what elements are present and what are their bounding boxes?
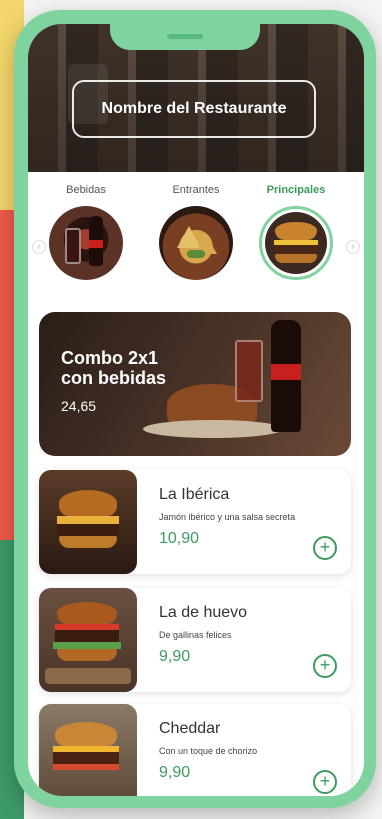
category-bebidas[interactable]: Bebidas — [46, 184, 126, 280]
item-name: Cheddar — [159, 720, 221, 737]
item-description: Jamón ibérico y una salsa secreta — [159, 512, 296, 522]
promo-banner[interactable]: Combo 2x1 con bebidas 24,65 — [39, 312, 351, 456]
add-to-cart-button[interactable]: + — [313, 654, 337, 678]
category-label: Principales — [266, 184, 326, 196]
category-principales[interactable]: Principales — [256, 184, 336, 280]
add-to-cart-button[interactable]: + — [313, 536, 337, 560]
category-entrantes[interactable]: Entrantes — [156, 184, 236, 280]
add-to-cart-button[interactable]: + — [313, 770, 337, 794]
menu-item-card[interactable]: La de huevo De gallinas felices 9,90 + — [39, 588, 351, 692]
carousel-prev-icon[interactable]: ‹ — [32, 240, 46, 254]
item-name: La Ibérica — [159, 486, 230, 503]
phone-notch — [110, 24, 260, 50]
category-carousel: ‹ Bebidas Entrantes Principales › — [28, 184, 364, 300]
burger-icon — [259, 206, 333, 280]
restaurant-name: Nombre del Restaurante — [72, 80, 316, 138]
nachos-icon — [159, 206, 233, 280]
item-price: 9,90 — [159, 648, 191, 665]
item-name: La de huevo — [159, 604, 248, 621]
speaker-bar — [167, 34, 203, 39]
menu-item-card[interactable]: Cheddar Con un toque de chorizo 9,90 + — [39, 704, 351, 796]
carousel-next-icon[interactable]: › — [346, 240, 360, 254]
promo-title: Combo 2x1 con bebidas — [61, 348, 167, 388]
promo-bottle-image — [271, 320, 301, 432]
menu-item-card[interactable]: La Ibérica Jamón ibérico y una salsa sec… — [39, 470, 351, 574]
promo-glass-image — [235, 340, 263, 402]
item-price: 9,90 — [159, 764, 191, 781]
item-price: 10,90 — [159, 530, 200, 547]
item-description: Con un toque de chorizo — [159, 746, 258, 756]
burger-image — [39, 470, 137, 574]
app-stage: Nombre del Restaurante ‹ Bebidas Entrant… — [0, 0, 382, 819]
burger-image — [39, 704, 137, 796]
category-label: Bebidas — [66, 184, 106, 196]
soda-glass-icon — [49, 206, 123, 280]
burger-image — [39, 588, 137, 692]
phone-screen: Nombre del Restaurante ‹ Bebidas Entrant… — [28, 24, 364, 796]
item-description: De gallinas felices — [159, 630, 232, 640]
category-label: Entrantes — [172, 184, 220, 196]
